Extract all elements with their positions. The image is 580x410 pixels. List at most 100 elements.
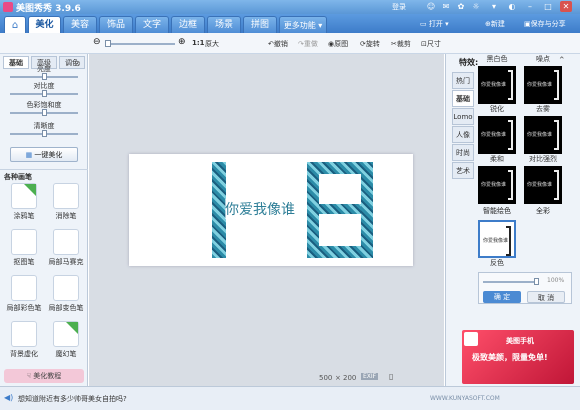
title-bar: 美图秀秀 3.9.6 登录 ☺ ✉ ✿ ☼ ▾ ◐ – □ ✕ [0,0,580,14]
brush-tool-7[interactable]: 背景虚化 [4,320,44,360]
exif-badge[interactable]: EXIF [361,373,379,380]
saturation-knob[interactable] [41,109,47,116]
effect-item-5[interactable]: 柔和 你爱我像谁 [478,154,516,204]
new-badge [24,184,36,196]
open-button[interactable]: ▭ 打开 ▾ [420,17,449,31]
eraser-icon [53,183,79,209]
image-glyph-middle [319,204,361,214]
one-key-beautify-button[interactable]: ▦ 一键美化 [10,147,78,162]
effect-item-8-label[interactable]: 全彩 [524,206,562,216]
brush-tool-1[interactable]: 涂鸦笔 [4,182,44,222]
effect-thumb: 你爱我像谁 [524,116,562,154]
brush-tool-3[interactable]: 抠图笔 [4,228,44,268]
original-size-button[interactable]: 原大 [205,39,219,49]
effect-tab-4[interactable]: 人像 [452,126,474,143]
redo-button[interactable]: ↷重做 [298,39,318,49]
brightness-slider[interactable] [10,73,78,80]
ad-slogan: 极致美颜，限量免单! [472,353,548,362]
effect-label: 噪点 [536,55,550,63]
brush-tool-4[interactable]: 局部马赛克 [46,228,86,268]
image-caption-text: 你爱我像谁 [225,199,295,219]
brush-tool-2[interactable]: 消除笔 [46,182,86,222]
effect-tab-2[interactable]: 基础 [452,90,474,107]
brush-label: 魔幻笔 [55,350,77,358]
mosaic-icon [53,229,79,255]
zoom-out-icon[interactable]: ⊖ [93,37,101,47]
new-badge [66,322,78,334]
undo-button[interactable]: ↶撤销 [268,39,288,49]
effect-tab-5[interactable]: 时尚 [452,144,474,161]
canvas-area: 你爱我像谁 500 × 200 EXIF ▯ [89,54,444,386]
effect-item-4[interactable]: 去雾 你爱我像谁 [524,104,562,154]
zoom-slider[interactable] [105,40,175,47]
effect-item-3[interactable]: 锐化 你爱我像谁 [478,104,516,154]
login-link[interactable]: 登录 [392,2,406,12]
rotate-button[interactable]: ⟳旋转 [360,39,380,49]
saturation-slider[interactable] [10,109,78,116]
skin-icon[interactable]: ◐ [506,1,518,12]
tab-text[interactable]: 文字 [135,16,169,33]
sharpness-slider[interactable] [10,130,78,137]
tab-beautify[interactable]: 美化 [28,16,61,33]
mail-icon[interactable]: ✉ [440,1,452,12]
original-image-button[interactable]: ◉原图 [328,39,348,49]
contrast-slider[interactable] [10,90,78,97]
ad-phone-icon [464,332,478,346]
brush-tool-8[interactable]: 魔幻笔 [46,320,86,360]
effect-tab-3[interactable]: Lomo [452,108,474,125]
brightness-knob[interactable] [41,73,47,80]
zoom-1to1-button[interactable]: 1:1 [192,39,205,47]
hand-icon: ☟ [26,372,32,380]
opacity-knob[interactable] [534,278,539,285]
edited-image[interactable]: 你爱我像谁 [129,154,413,266]
effect-invert[interactable]: 你爱我像谁 反色 [478,218,516,268]
sharpness-knob[interactable] [41,130,47,137]
brush-label: 背景虚化 [10,350,38,358]
effect-tab-1[interactable]: 热门 [452,72,474,89]
tab-collage[interactable]: 拼图 [243,16,277,33]
effect-item-2[interactable]: 噪点 你爱我像谁 [524,54,562,104]
effect-item-7-label[interactable]: 智能绘色 [478,206,516,216]
cancel-button[interactable]: 取 消 [527,291,565,303]
effect-tab-6[interactable]: 艺术 [452,162,474,179]
compare-icon[interactable]: ▯ [389,372,393,381]
status-tip[interactable]: 想知道附近有多少帅哥美女自拍吗? [18,394,127,404]
magic-pen-icon [53,321,79,347]
crop-button[interactable]: ✂裁剪 [391,39,411,49]
ad-banner[interactable]: 美图手机 极致美颜，限量免单! [462,330,574,384]
maximize-icon[interactable]: □ [542,1,554,12]
beautify-tutorial-button[interactable]: ☟ 美化教程 [4,369,84,383]
tab-face[interactable]: 美容 [63,16,97,33]
brush-tool-6[interactable]: 局部变色笔 [46,274,86,314]
image-size-height: 200 [343,374,357,382]
home-tab[interactable]: ⌂ [4,16,26,33]
save-share-button[interactable]: ▣保存与分享 [524,17,566,31]
confirm-button[interactable]: 确 定 [483,291,521,303]
resize-button[interactable]: ⊡尺寸 [421,39,441,49]
gift-icon[interactable]: ✿ [455,1,467,12]
effect-label: 锐化 [490,105,504,113]
brush-label: 抠图笔 [13,258,35,266]
effect-item-1[interactable]: 黑白色 你爱我像谁 [478,54,516,104]
tab-more[interactable]: 更多功能 ▾ [279,16,327,33]
menu-icon[interactable]: ▾ [488,1,500,12]
app-title: 美图秀秀 3.9.6 [16,4,81,14]
effect-label: 黑白色 [486,55,508,63]
right-panel: 特效: ⌃ 你爱我像谁 反色 100% 确 定 取 消 美图手机 极致美颜，限量… [445,54,580,386]
close-icon[interactable]: ✕ [560,1,572,12]
effect-thumb: 你爱我像谁 [524,166,562,204]
effect-item-6[interactable]: 对比强烈 你爱我像谁 [524,154,562,204]
zoom-slider-knob[interactable] [105,40,111,47]
user-icon[interactable]: ☺ [425,1,437,12]
opacity-slider[interactable] [483,278,539,285]
tab-accessory[interactable]: 饰品 [99,16,133,33]
tab-scene[interactable]: 场景 [207,16,241,33]
new-button[interactable]: ⊕新建 [485,17,505,31]
contrast-knob[interactable] [41,90,47,97]
feedback-icon[interactable]: ☼ [470,1,482,12]
zoom-in-icon[interactable]: ⊕ [178,37,186,47]
tab-border[interactable]: 边框 [171,16,205,33]
watermark-text: WWW.KUNYASOFT.COM [430,395,500,402]
brush-tool-5[interactable]: 局部彩色笔 [4,274,44,314]
minimize-icon[interactable]: – [524,1,536,12]
